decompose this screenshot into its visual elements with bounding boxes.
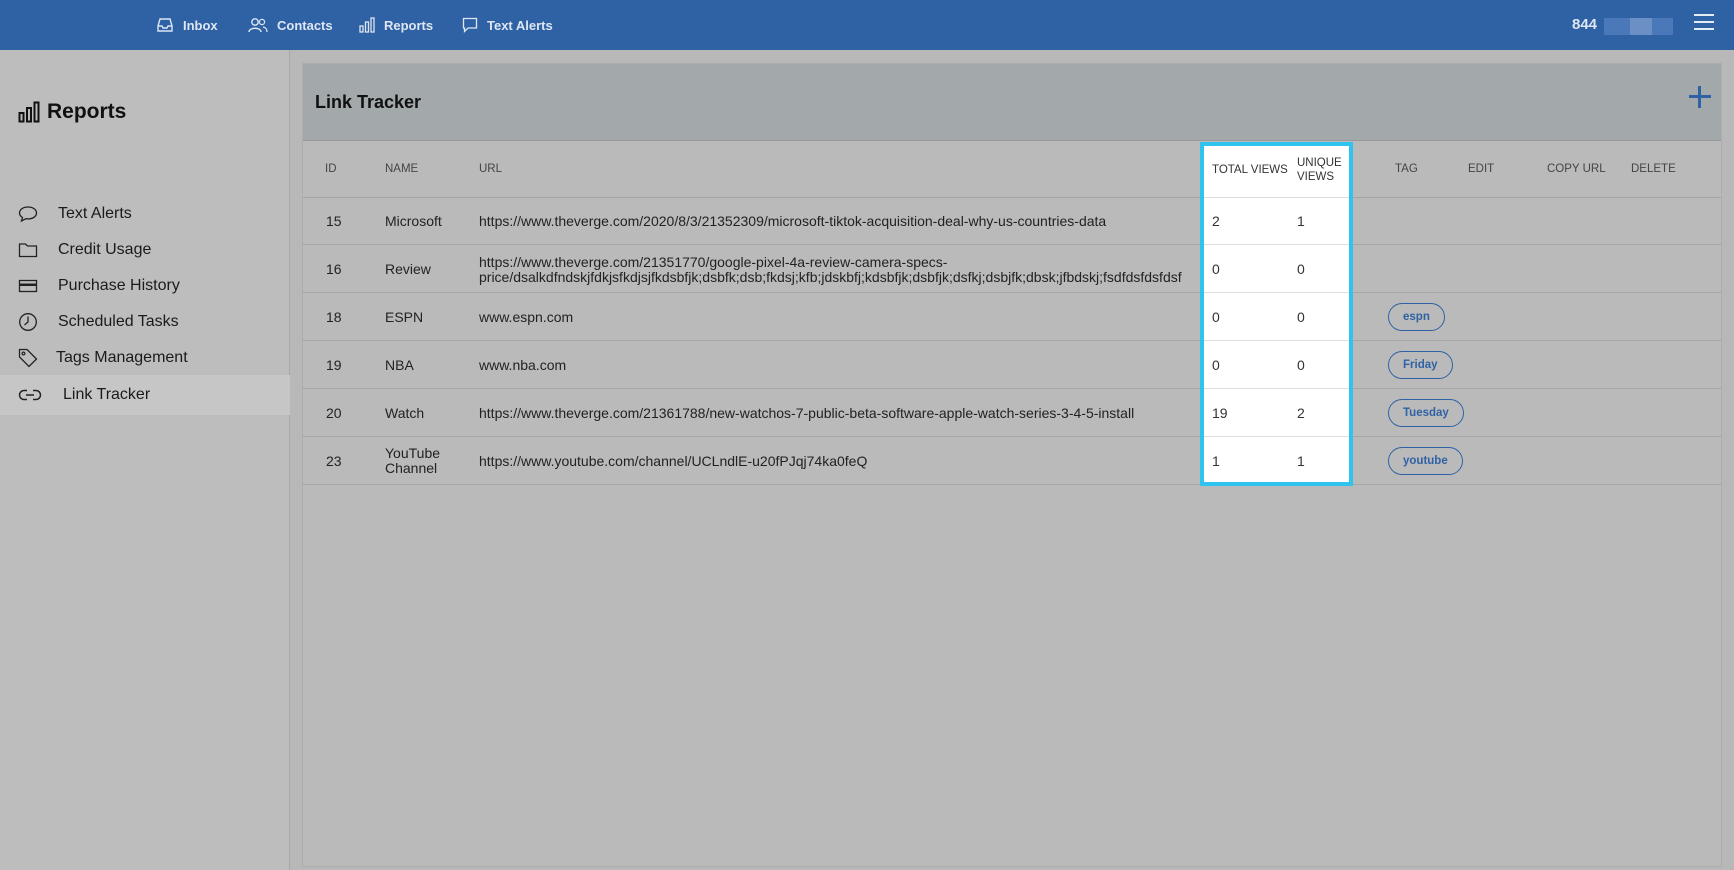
row-id: 18 [326, 309, 342, 325]
link-icon [18, 389, 42, 401]
unique-views-value: 1 [1297, 453, 1305, 469]
sidebar-item-scheduled-tasks[interactable]: Scheduled Tasks [0, 302, 290, 342]
sidebar-item-tags-management[interactable]: Tags Management [0, 338, 290, 378]
unique-views-value: 1 [1297, 213, 1305, 229]
nav-inbox[interactable]: Inbox [156, 0, 218, 50]
sidebar: Reports Text Alerts Credit Usage Purchas… [0, 50, 290, 870]
col-header-copy-url: COPY URL [1547, 163, 1606, 175]
col-header-unique-views-line2: VIEWS [1297, 171, 1335, 183]
views-row: 19 2 [1204, 389, 1349, 437]
tag-badge[interactable]: espn [1388, 303, 1445, 331]
sidebar-item-text-alerts[interactable]: Text Alerts [0, 194, 290, 234]
hamburger-menu-icon[interactable] [1694, 14, 1714, 32]
row-id: 19 [326, 357, 342, 373]
sidebar-item-credit-usage[interactable]: Credit Usage [0, 230, 290, 270]
total-views-value: 0 [1212, 357, 1220, 373]
row-name: NBA [385, 357, 414, 373]
views-row: 2 1 [1204, 197, 1349, 245]
top-navbar: Inbox Contacts Reports Text Alerts 844 [0, 0, 1734, 50]
row-url[interactable]: www.espn.com [479, 310, 573, 325]
total-views-value: 19 [1212, 405, 1228, 421]
table-row[interactable]: 16 Review https://www.theverge.com/21351… [302, 245, 1722, 293]
total-views-value: 1 [1212, 453, 1220, 469]
table-row[interactable]: 20 Watch https://www.theverge.com/213617… [302, 389, 1722, 437]
col-header-delete: DELETE [1631, 163, 1676, 175]
sidebar-item-label: Tags Management [56, 349, 188, 366]
redacted-balance-block [1604, 18, 1673, 35]
views-row: 0 0 [1204, 293, 1349, 341]
row-id: 15 [326, 213, 342, 229]
sidebar-item-link-tracker[interactable]: Link Tracker [0, 375, 290, 415]
views-row: 0 0 [1204, 245, 1349, 293]
table-header [303, 142, 1721, 198]
total-views-value: 0 [1212, 261, 1220, 277]
row-name: Watch [385, 405, 425, 421]
row-name-continued: Channel [385, 460, 438, 476]
nav-text-alerts-label: Text Alerts [487, 17, 553, 33]
col-header-total-views[interactable]: TOTAL VIEWS [1212, 163, 1288, 177]
col-header-tag[interactable]: TAG [1395, 162, 1418, 176]
bar-chart-icon [359, 17, 375, 33]
add-link-button[interactable] [1687, 84, 1713, 110]
unique-views-value: 0 [1297, 261, 1305, 277]
sidebar-item-label: Scheduled Tasks [58, 313, 179, 330]
row-id: 20 [326, 405, 342, 421]
chat-bubble-icon [18, 206, 38, 223]
sidebar-item-label: Credit Usage [58, 241, 152, 258]
sidebar-item-label: Purchase History [58, 277, 180, 294]
row-url[interactable]: https://www.youtube.com/channel/UCLndlE-… [479, 454, 867, 469]
unique-views-value: 2 [1297, 405, 1305, 421]
table-row[interactable]: 19 NBA www.nba.com Friday [302, 341, 1722, 389]
row-name: Microsoft [385, 213, 442, 229]
nav-contacts-label: Contacts [277, 17, 333, 33]
views-row: 1 1 [1204, 437, 1349, 485]
nav-text-alerts[interactable]: Text Alerts [462, 0, 553, 50]
col-header-unique-views[interactable]: UNIQUE [1297, 156, 1342, 170]
row-name: Review [385, 261, 431, 277]
credit-balance: 844 [1572, 16, 1598, 33]
tag-icon [18, 348, 38, 368]
folder-icon [18, 243, 38, 258]
col-header-id[interactable]: ID [325, 162, 337, 176]
sidebar-item-purchase-history[interactable]: Purchase History [0, 266, 290, 306]
credit-card-icon [18, 279, 38, 293]
row-id: 23 [326, 453, 342, 469]
bar-chart-icon [18, 101, 40, 123]
col-header-edit: EDIT [1468, 163, 1495, 175]
nav-reports[interactable]: Reports [359, 0, 433, 50]
row-id: 16 [326, 261, 342, 277]
tag-badge[interactable]: youtube [1388, 447, 1463, 475]
page-title: Link Tracker [315, 92, 422, 112]
nav-contacts[interactable]: Contacts [248, 0, 333, 50]
col-header-url[interactable]: URL [479, 162, 502, 176]
table-row[interactable]: 23 YouTube Channel https://www.youtube.c… [302, 437, 1722, 485]
table-row[interactable]: 15 Microsoft https://www.theverge.com/20… [302, 197, 1722, 245]
row-name: ESPN [385, 309, 424, 325]
sidebar-title-label: Reports [47, 100, 127, 123]
row-url[interactable]: https://www.theverge.com/2020/8/3/213523… [479, 214, 1106, 229]
nav-inbox-label: Inbox [183, 17, 218, 33]
nav-reports-label: Reports [384, 17, 434, 33]
clock-icon [19, 313, 37, 331]
sidebar-item-label: Link Tracker [63, 386, 151, 403]
tag-badge[interactable]: Tuesday [1388, 399, 1464, 427]
tag-badge[interactable]: Friday [1388, 351, 1453, 379]
chat-bubble-icon [462, 17, 478, 33]
panel-header: Link Tracker [303, 64, 1721, 141]
sidebar-title: Reports [18, 100, 126, 124]
row-name: YouTube [385, 445, 441, 461]
unique-views-value: 0 [1297, 309, 1305, 325]
unique-views-value: 0 [1297, 357, 1305, 373]
col-header-name[interactable]: NAME [385, 162, 418, 176]
row-url[interactable]: www.nba.com [479, 358, 566, 373]
total-views-value: 2 [1212, 213, 1220, 229]
sidebar-item-label: Text Alerts [58, 205, 132, 222]
views-columns-highlight: TOTAL VIEWS UNIQUE VIEWS 2 1 0 0 0 0 0 0… [1200, 142, 1353, 486]
row-url[interactable]: https://www.theverge.com/21361788/new-wa… [479, 406, 1134, 421]
inbox-icon [157, 18, 173, 32]
views-row: 0 0 [1204, 341, 1349, 389]
contacts-icon [248, 18, 268, 33]
table-row[interactable]: 18 ESPN www.espn.com espn [302, 293, 1722, 341]
total-views-value: 0 [1212, 309, 1220, 325]
